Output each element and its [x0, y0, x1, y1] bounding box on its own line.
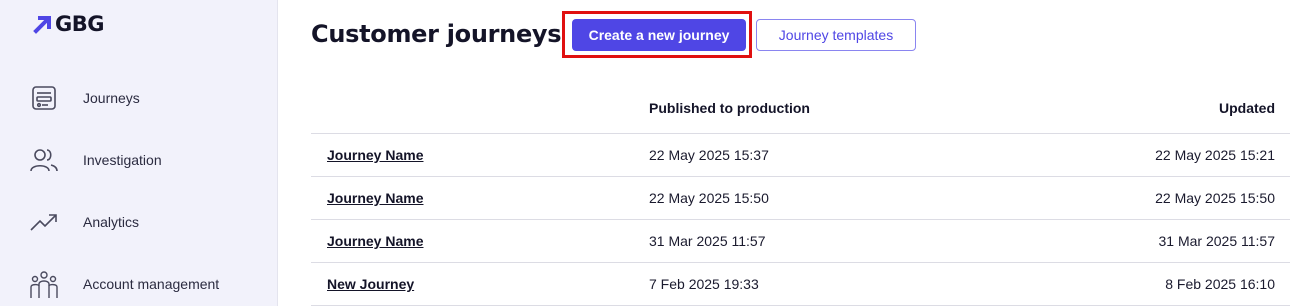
published-date: 7 Feb 2025 19:33	[649, 276, 759, 292]
table-row: New Journey 7 Feb 2025 19:33 8 Feb 2025 …	[311, 263, 1290, 306]
sidebar-item-label: Account management	[83, 276, 220, 292]
gbg-arrow-icon	[33, 16, 51, 34]
logo-text: GBG	[55, 12, 104, 36]
updated-date: 22 May 2025 15:50	[1155, 190, 1275, 206]
table-row: Journey Name 22 May 2025 15:50 22 May 20…	[311, 177, 1290, 220]
trend-icon	[28, 206, 60, 238]
column-header-updated[interactable]: Updated	[1219, 100, 1275, 116]
create-journey-button[interactable]: Create a new journey	[572, 19, 746, 51]
column-header-published[interactable]: Published to production	[649, 100, 810, 116]
users-icon	[28, 144, 60, 176]
table-header: Published to production Updated	[311, 88, 1290, 134]
sidebar: GBG Journeys Investigation Analytics Acc…	[0, 0, 278, 306]
sidebar-item-journeys[interactable]: Journeys	[28, 82, 140, 114]
sidebar-item-investigation[interactable]: Investigation	[28, 144, 162, 176]
main-content: Customer journeys Create a new journey J…	[279, 0, 1307, 306]
published-date: 22 May 2025 15:37	[649, 147, 769, 163]
sidebar-item-analytics[interactable]: Analytics	[28, 206, 139, 238]
updated-date: 22 May 2025 15:21	[1155, 147, 1275, 163]
page-title: Customer journeys	[311, 20, 562, 48]
sidebar-item-account-management[interactable]: Account management	[28, 268, 219, 300]
journey-name-link[interactable]: Journey Name	[327, 190, 423, 206]
table-row: Journey Name 31 Mar 2025 11:57 31 Mar 20…	[311, 220, 1290, 263]
sidebar-item-label: Investigation	[83, 152, 162, 168]
journey-name-link[interactable]: Journey Name	[327, 147, 423, 163]
journeys-table: Published to production Updated Journey …	[311, 88, 1290, 306]
journey-templates-button[interactable]: Journey templates	[756, 19, 916, 51]
published-date: 22 May 2025 15:50	[649, 190, 769, 206]
sidebar-item-label: Analytics	[83, 214, 140, 230]
published-date: 31 Mar 2025 11:57	[649, 233, 766, 249]
journey-name-link[interactable]: Journey Name	[327, 233, 423, 249]
table-row: Journey Name 22 May 2025 15:37 22 May 20…	[311, 134, 1290, 177]
journey-name-link[interactable]: New Journey	[327, 276, 414, 292]
sidebar-item-label: Journeys	[83, 90, 140, 106]
team-icon	[28, 268, 60, 300]
updated-date: 8 Feb 2025 16:10	[1165, 276, 1275, 292]
updated-date: 31 Mar 2025 11:57	[1158, 233, 1276, 249]
journeys-icon	[28, 82, 60, 114]
gbg-logo[interactable]: GBG	[33, 12, 104, 36]
